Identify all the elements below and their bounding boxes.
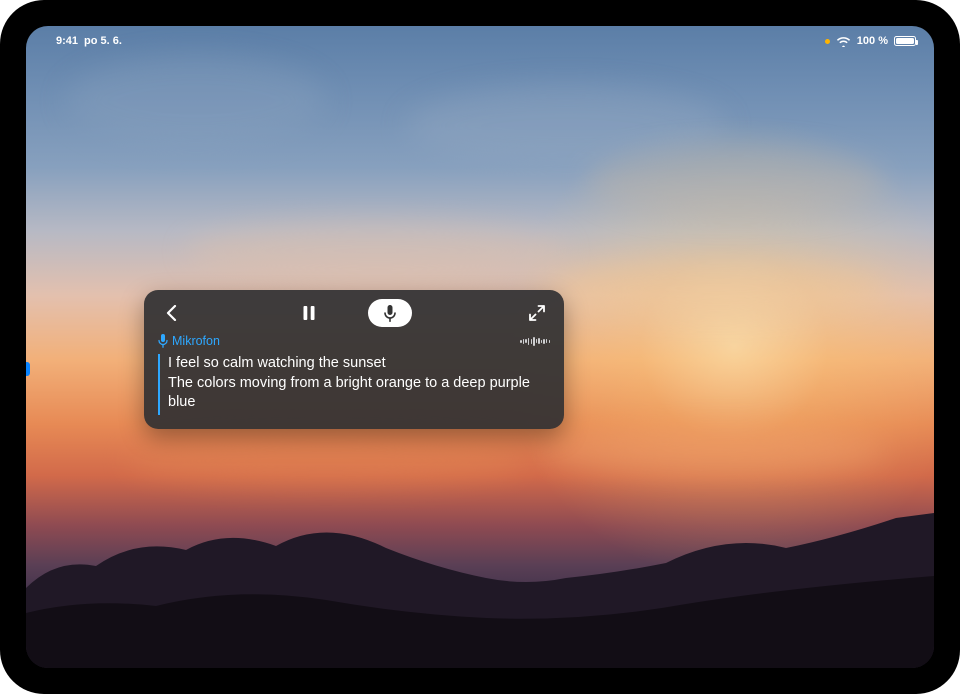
waveform-indicator — [520, 336, 550, 346]
back-button[interactable] — [158, 300, 184, 326]
status-bar: 9:41 po 5. 6. 100 % — [26, 31, 934, 51]
ipad-screen: 9:41 po 5. 6. 100 % — [26, 26, 934, 668]
ipad-device-frame: 9:41 po 5. 6. 100 % — [0, 0, 960, 694]
cloud-decoration — [66, 56, 326, 146]
status-date: po 5. 6. — [84, 35, 122, 47]
expand-button[interactable] — [524, 300, 550, 326]
audio-source-text: Mikrofon — [172, 334, 220, 348]
foreground-silhouette — [26, 418, 934, 668]
transcript-line: The colors moving from a bright orange t… — [168, 374, 550, 413]
cloud-decoration — [546, 261, 886, 316]
cloud-decoration — [586, 146, 886, 216]
transcript-block: I feel so calm watching the sunset The c… — [158, 354, 550, 415]
audio-source-label[interactable]: Mikrofon — [158, 334, 220, 348]
side-indicator — [26, 362, 30, 376]
status-time: 9:41 — [56, 35, 78, 47]
battery-text: 100 % — [857, 35, 888, 47]
live-caption-panel: Mikrofon I feel so calm watching the sun… — [144, 290, 564, 429]
cloud-decoration — [186, 221, 566, 281]
wifi-icon — [836, 36, 851, 47]
expand-icon — [529, 305, 545, 321]
microphone-icon — [384, 305, 396, 322]
transcript-line: I feel so calm watching the sunset — [168, 354, 550, 374]
pause-icon — [303, 306, 315, 320]
chevron-left-icon — [166, 305, 177, 321]
battery-icon — [894, 36, 916, 46]
mic-indicator-dot — [825, 39, 830, 44]
microphone-toggle-button[interactable] — [368, 299, 412, 327]
pause-button[interactable] — [296, 300, 322, 326]
microphone-small-icon — [158, 334, 168, 348]
